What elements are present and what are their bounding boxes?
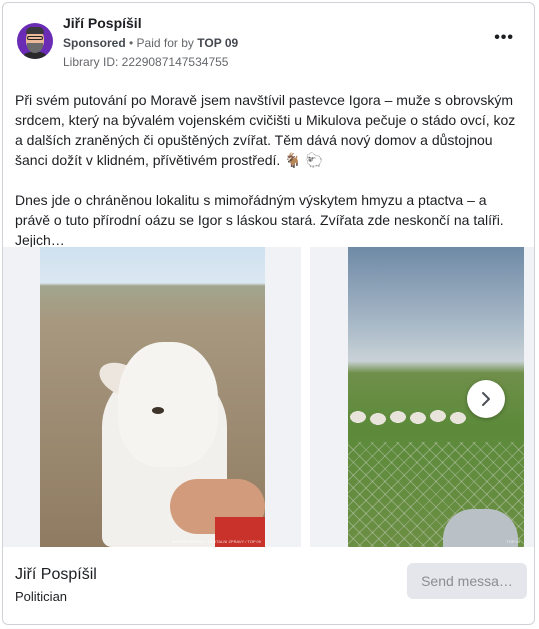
library-id: Library ID: 2229087147534755 <box>63 55 229 69</box>
author-name[interactable]: Jiří Pospíšil <box>63 15 142 31</box>
photo-watermark-2: TOP 09 <box>506 539 520 544</box>
send-message-button[interactable]: Send messa… <box>407 563 527 599</box>
sponsored-line: Sponsored • Paid for by TOP 09 <box>63 36 238 50</box>
avatar-glasses <box>27 36 43 40</box>
carousel-next-button[interactable] <box>467 380 505 418</box>
paid-for-prefix: • Paid for by <box>129 36 194 50</box>
avatar[interactable] <box>17 23 53 59</box>
avatar-shirt <box>21 52 49 59</box>
avatar-hair <box>26 27 44 34</box>
ad-card: Jiří Pospíšil Sponsored • Paid for by TO… <box>2 2 535 625</box>
herd-background <box>40 287 265 307</box>
footer-author-role: Politician <box>15 589 68 604</box>
footer-author-name[interactable]: Jiří Pospíšil <box>15 566 97 584</box>
image-carousel[interactable]: MARTIN SKRUNY / DIGITALNI ZPRAVY / TOP 0… <box>3 247 534 547</box>
chevron-right-icon <box>482 392 490 406</box>
post-body: Při svém putování po Moravě jsem navštív… <box>15 90 525 270</box>
paid-for-by[interactable]: TOP 09 <box>197 36 238 50</box>
more-options-icon[interactable]: ••• <box>494 29 514 47</box>
goat-photo[interactable]: MARTIN SKRUNY / DIGITALNI ZPRAVY / TOP 0… <box>40 247 265 547</box>
goat-head <box>118 342 218 467</box>
goat-eye <box>152 407 164 414</box>
sponsored-label: Sponsored <box>63 36 126 50</box>
carousel-slide-1[interactable]: MARTIN SKRUNY / DIGITALNI ZPRAVY / TOP 0… <box>3 247 301 547</box>
post-paragraph-2: Dnes jde o chráněnou lokalitu s mimořádn… <box>15 192 504 248</box>
scrollbar[interactable] <box>534 249 535 539</box>
post-paragraph-1: Při svém putování po Moravě jsem navštív… <box>15 92 516 168</box>
photo-watermark: MARTIN SKRUNY / DIGITALNI ZPRAVY / TOP 0… <box>171 539 261 544</box>
